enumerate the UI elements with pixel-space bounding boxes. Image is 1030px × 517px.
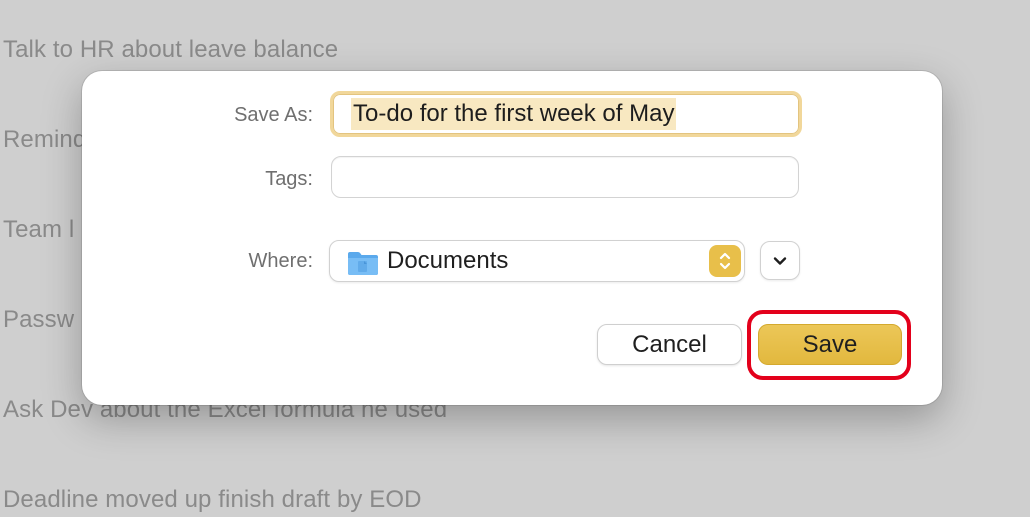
note-item: Remind: [3, 126, 87, 153]
note-item: Team l: [3, 216, 75, 243]
tags-input[interactable]: [331, 156, 799, 198]
save-as-label: Save As:: [234, 104, 313, 126]
where-popup-button[interactable]: Documents: [329, 240, 745, 282]
cancel-button[interactable]: Cancel: [597, 324, 742, 365]
save-as-selected-text: To-do for the first week of May: [351, 98, 677, 130]
where-label: Where:: [248, 250, 313, 272]
save-dialog: Save As: To-do for the first week of May…: [82, 71, 942, 405]
note-item: Talk to HR about leave balance: [3, 36, 339, 63]
folder-icon: [348, 252, 378, 275]
note-item: Deadline moved up finish draft by EOD: [3, 486, 422, 513]
where-value: Documents: [387, 247, 509, 274]
note-item: Passw: [3, 306, 75, 333]
save-button[interactable]: Save: [758, 324, 902, 365]
up-down-chevron-icon: [709, 245, 741, 277]
expand-browser-button[interactable]: [760, 241, 800, 280]
chevron-down-icon: [773, 256, 787, 265]
tags-label: Tags:: [265, 168, 313, 190]
save-as-input[interactable]: To-do for the first week of May: [330, 91, 802, 137]
